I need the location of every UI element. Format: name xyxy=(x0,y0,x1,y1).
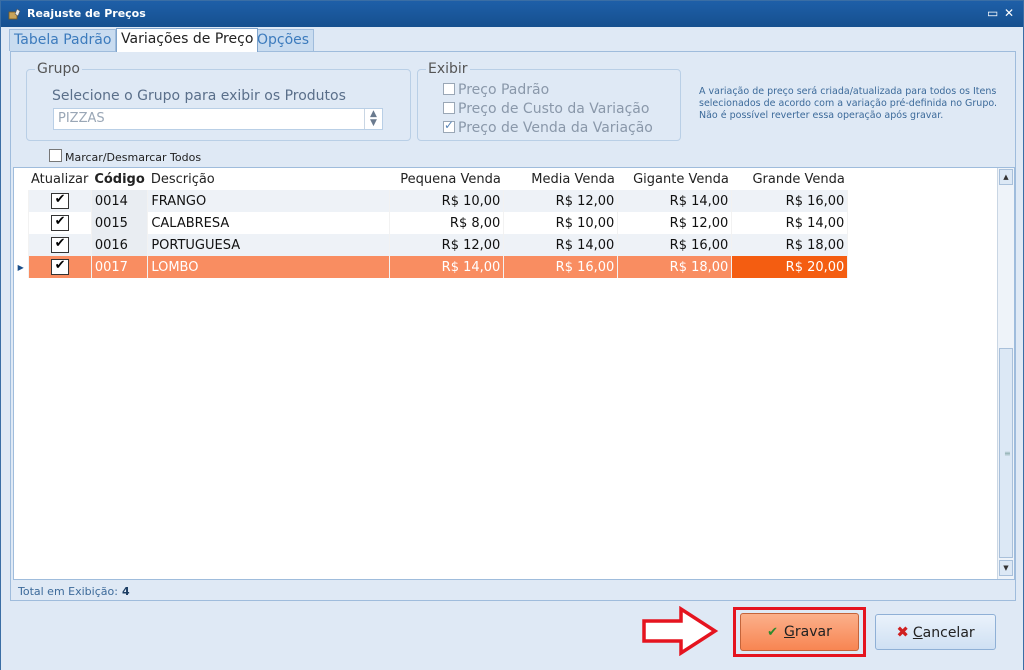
x-icon: ✖ xyxy=(896,623,909,641)
checkbox-label: Preço Padrão xyxy=(458,82,550,98)
col-gigante-venda[interactable]: Gigante Venda xyxy=(617,168,732,190)
maximize-icon[interactable]: ▭ xyxy=(987,6,998,20)
table-row[interactable]: 0015 CALABRESA R$ 8,00 R$ 10,00 R$ 12,00… xyxy=(14,212,849,234)
cell-codigo: 0016 xyxy=(91,234,149,256)
row-checkbox[interactable] xyxy=(28,234,92,256)
cell-gigante[interactable]: R$ 16,00 xyxy=(617,234,733,256)
cancelar-label: ancelar xyxy=(922,625,975,641)
cell-pequena[interactable]: R$ 10,00 xyxy=(389,190,505,212)
window-title: Reajuste de Preços xyxy=(27,7,146,20)
cell-gigante[interactable]: R$ 12,00 xyxy=(617,212,733,234)
table-header-row: Atualizar Código Descrição Pequena Venda… xyxy=(14,168,848,190)
products-table: Atualizar Código Descrição Pequena Venda… xyxy=(14,168,849,278)
total-label: Total em Exibição: xyxy=(18,585,118,598)
check-icon[interactable] xyxy=(50,214,69,231)
col-media-venda[interactable]: Media Venda xyxy=(503,168,618,190)
tab-variacoes-de-preco[interactable]: Variações de Preço xyxy=(116,28,259,52)
grupo-legend: Grupo xyxy=(35,61,82,77)
cell-grande[interactable]: R$ 18,00 xyxy=(731,234,849,256)
cell-codigo: 0014 xyxy=(91,190,149,212)
checkmark-icon: ✔ xyxy=(767,625,779,640)
cell-descricao: PORTUGUESA xyxy=(147,234,391,256)
row-checkbox[interactable] xyxy=(28,256,92,278)
table-row-selected[interactable]: ▶ 0017 LOMBO R$ 14,00 R$ 16,00 R$ 18,00 … xyxy=(14,256,849,278)
checkbox-preco-venda[interactable]: Preço de Venda da Variação xyxy=(443,118,653,136)
table-row[interactable]: 0014 FRANGO R$ 10,00 R$ 12,00 R$ 14,00 R… xyxy=(14,190,849,212)
scroll-thumb[interactable]: ≡ xyxy=(999,348,1013,558)
check-icon[interactable] xyxy=(50,236,69,253)
cell-codigo: 0017 xyxy=(91,256,149,278)
total-value: 4 xyxy=(121,585,130,598)
exibir-legend: Exibir xyxy=(426,61,470,77)
checkbox-preco-custo[interactable]: Preço de Custo da Variação xyxy=(443,101,649,117)
row-indicator xyxy=(14,234,29,256)
col-grande-venda[interactable]: Grande Venda xyxy=(731,168,848,190)
title-bar[interactable]: Reajuste de Preços ▭ ✕ xyxy=(1,1,1023,27)
info-text: A variação de preço será criada/atualiza… xyxy=(699,86,998,121)
tab-opcoes[interactable]: Opções xyxy=(252,29,315,51)
grupo-select[interactable]: PIZZAS ▲ ▼ xyxy=(53,108,383,130)
col-atualizar[interactable]: Atualizar xyxy=(28,168,92,190)
checkbox-box[interactable] xyxy=(49,149,62,162)
check-icon[interactable] xyxy=(50,258,69,275)
cell-gigante[interactable]: R$ 14,00 xyxy=(617,190,733,212)
cell-descricao: LOMBO xyxy=(147,256,391,278)
cancelar-button[interactable]: ✖ Cancelar xyxy=(875,614,996,650)
cell-grande[interactable]: R$ 20,00 xyxy=(731,256,849,278)
checkbox-label: Preço de Custo da Variação xyxy=(458,101,650,117)
cell-grande[interactable]: R$ 14,00 xyxy=(731,212,849,234)
cell-media[interactable]: R$ 16,00 xyxy=(503,256,619,278)
scroll-up-icon[interactable]: ▲ xyxy=(999,169,1013,185)
current-row-icon: ▶ xyxy=(14,256,29,278)
cell-descricao: CALABRESA xyxy=(147,212,391,234)
cell-codigo: 0015 xyxy=(91,212,149,234)
gravar-button[interactable]: ✔ Gravar xyxy=(740,613,859,651)
checkbox-box[interactable] xyxy=(443,118,455,133)
row-checkbox[interactable] xyxy=(28,190,92,212)
row-indicator xyxy=(14,212,29,234)
cell-pequena[interactable]: R$ 8,00 xyxy=(389,212,505,234)
cell-media[interactable]: R$ 14,00 xyxy=(503,234,619,256)
cancelar-mnemonic: C xyxy=(912,625,923,641)
marcar-todos-label: Marcar/Desmarcar Todos xyxy=(65,151,202,164)
grupo-groupbox: Grupo xyxy=(26,61,411,141)
window: Reajuste de Preços ▭ ✕ Tabela Padrão Var… xyxy=(0,0,1024,670)
tab-tabela-padrao[interactable]: Tabela Padrão xyxy=(9,29,117,51)
row-checkbox[interactable] xyxy=(28,212,92,234)
tab-content: Grupo Selecione o Grupo para exibir os P… xyxy=(10,51,1016,601)
cell-media[interactable]: R$ 12,00 xyxy=(503,190,619,212)
col-descricao[interactable]: Descrição xyxy=(147,168,390,190)
gravar-label: ravar xyxy=(794,624,832,640)
check-icon[interactable] xyxy=(50,192,69,209)
checkbox-box[interactable] xyxy=(443,83,455,95)
cell-media[interactable]: R$ 10,00 xyxy=(503,212,619,234)
row-indicator xyxy=(14,190,29,212)
products-grid[interactable]: Atualizar Código Descrição Pequena Venda… xyxy=(13,167,1015,580)
cell-gigante[interactable]: R$ 18,00 xyxy=(617,256,733,278)
col-pequena-venda[interactable]: Pequena Venda xyxy=(389,168,504,190)
checkbox-preco-padrao[interactable]: Preço Padrão xyxy=(443,82,549,98)
cell-descricao: FRANGO xyxy=(147,190,391,212)
cell-pequena[interactable]: R$ 14,00 xyxy=(389,256,505,278)
grip-icon: ≡ xyxy=(1004,449,1011,458)
cell-grande[interactable]: R$ 16,00 xyxy=(731,190,849,212)
app-icon xyxy=(8,8,21,20)
indicator-header xyxy=(14,168,28,190)
col-codigo[interactable]: Código xyxy=(91,168,148,190)
red-arrow-icon xyxy=(642,606,719,656)
total-em-exibicao: Total em Exibição: 4 xyxy=(18,585,130,598)
gravar-mnemonic: G xyxy=(784,624,795,640)
grupo-selected-value: PIZZAS xyxy=(58,111,105,126)
cell-pequena[interactable]: R$ 12,00 xyxy=(389,234,505,256)
close-icon[interactable]: ✕ xyxy=(1004,6,1014,20)
scroll-down-icon[interactable]: ▼ xyxy=(999,560,1013,576)
checkbox-label: Preço de Venda da Variação xyxy=(458,120,653,136)
footer xyxy=(1,602,1023,670)
table-row[interactable]: 0016 PORTUGUESA R$ 12,00 R$ 14,00 R$ 16,… xyxy=(14,234,849,256)
spin-arrows-icon[interactable]: ▲ ▼ xyxy=(364,109,382,129)
marcar-todos-checkbox[interactable]: Marcar/Desmarcar Todos xyxy=(49,149,201,164)
grupo-label: Selecione o Grupo para exibir os Produto… xyxy=(52,88,346,104)
checkbox-box[interactable] xyxy=(443,102,455,114)
vertical-scrollbar[interactable]: ▲ ≡ ▼ xyxy=(997,168,1014,579)
